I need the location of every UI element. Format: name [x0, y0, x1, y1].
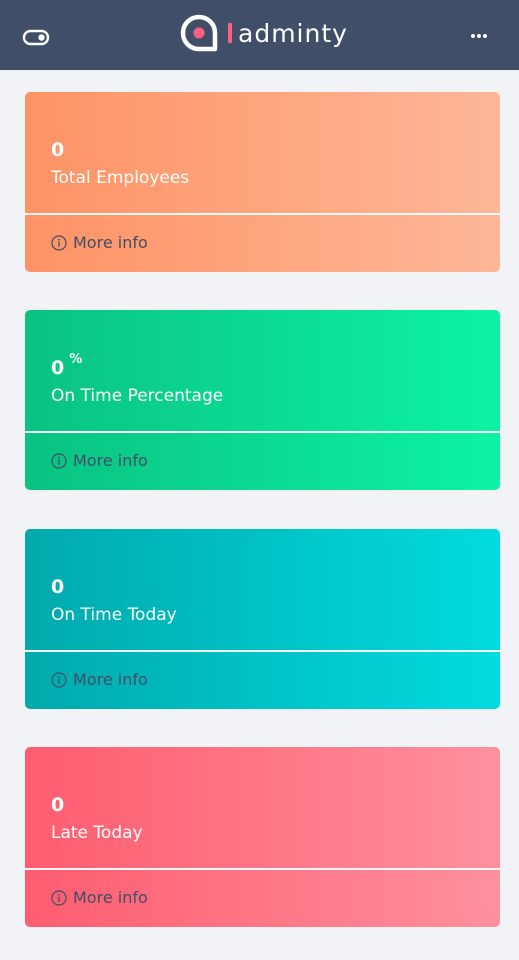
- more-info-label: More info: [73, 451, 148, 470]
- info-icon: [51, 235, 67, 251]
- card-on-time-today: 0 On Time Today More info: [25, 529, 500, 709]
- more-info-link[interactable]: More info: [51, 670, 148, 690]
- card-divider: [25, 431, 500, 433]
- card-divider: [25, 213, 500, 215]
- card-label: Late Today: [51, 823, 143, 843]
- card-value: 0: [51, 139, 65, 161]
- card-value: 0%: [51, 352, 83, 379]
- card-label: On Time Today: [51, 605, 177, 625]
- toggle-icon[interactable]: [22, 26, 50, 48]
- card-divider: [25, 868, 500, 870]
- info-icon: [51, 672, 67, 688]
- more-info-label: More info: [73, 670, 148, 689]
- card-total-employees: 0 Total Employees More info: [25, 92, 500, 272]
- card-late-today: 0 Late Today More info: [25, 747, 500, 927]
- info-icon: [51, 890, 67, 906]
- card-on-time-percentage: 0% On Time Percentage More info: [25, 310, 500, 490]
- more-info-label: More info: [73, 233, 148, 252]
- brand[interactable]: adminty: [180, 13, 348, 53]
- card-value: 0: [51, 576, 65, 598]
- card-label: Total Employees: [51, 168, 190, 188]
- card-value: 0: [51, 794, 65, 816]
- percent-unit: %: [69, 352, 83, 367]
- card-label: On Time Percentage: [51, 386, 224, 406]
- more-info-label: More info: [73, 888, 148, 907]
- card-divider: [25, 650, 500, 652]
- more-info-link[interactable]: More info: [51, 233, 148, 253]
- more-info-link[interactable]: More info: [51, 451, 148, 471]
- top-navbar: adminty: [0, 0, 519, 70]
- brand-name: adminty: [238, 18, 348, 48]
- brand-accent-bar: [228, 23, 232, 43]
- adminty-logo-icon: [180, 14, 218, 52]
- more-horizontal-icon[interactable]: [470, 33, 488, 39]
- more-info-link[interactable]: More info: [51, 888, 148, 908]
- info-icon: [51, 453, 67, 469]
